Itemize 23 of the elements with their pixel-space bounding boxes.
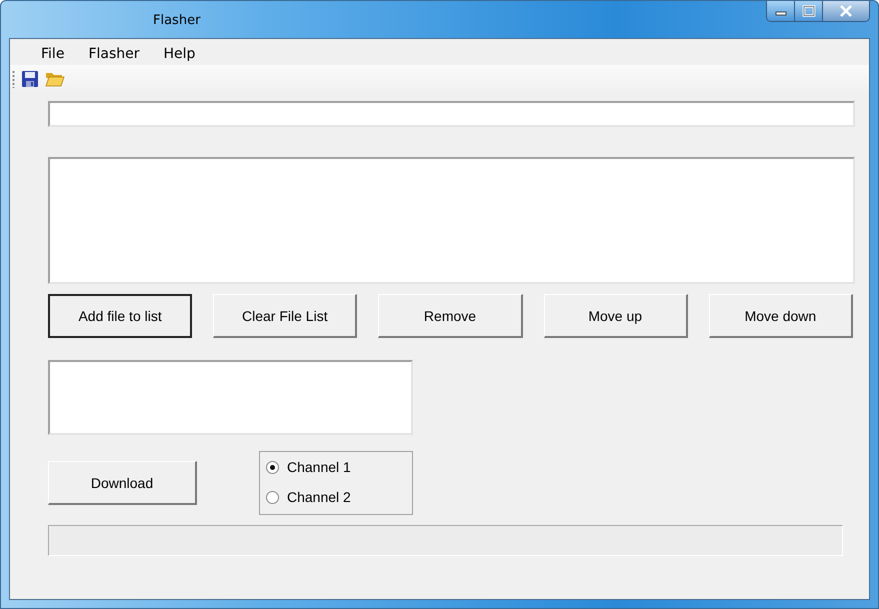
radio-label: Channel 1 [287,459,351,475]
maximize-button[interactable] [795,1,823,21]
menu-item[interactable]: Help [156,44,202,64]
maximize-icon [802,5,816,17]
folder-icon [45,70,65,88]
save-icon [21,70,39,88]
radio-label: Channel 2 [287,489,351,505]
output-text-area[interactable] [48,360,413,435]
download-button[interactable]: Download [48,461,197,505]
close-icon [839,5,853,17]
menu-item[interactable]: File [34,44,72,64]
list-action-button[interactable]: Remove [378,294,523,338]
menu-item[interactable]: Flasher [81,44,146,64]
window-title: Flasher [153,13,200,28]
list-action-button[interactable]: Move up [544,294,688,338]
radio-button[interactable] [266,460,279,474]
toolbar-grip[interactable] [12,70,15,88]
list-action-button[interactable]: Move down [708,294,853,338]
list-action-button[interactable]: Add file to list [48,294,192,338]
minimize-button[interactable] [767,1,795,21]
radio-button[interactable] [266,490,279,504]
list-action-button[interactable]: Clear File List [213,294,358,338]
path-field[interactable] [48,101,855,127]
